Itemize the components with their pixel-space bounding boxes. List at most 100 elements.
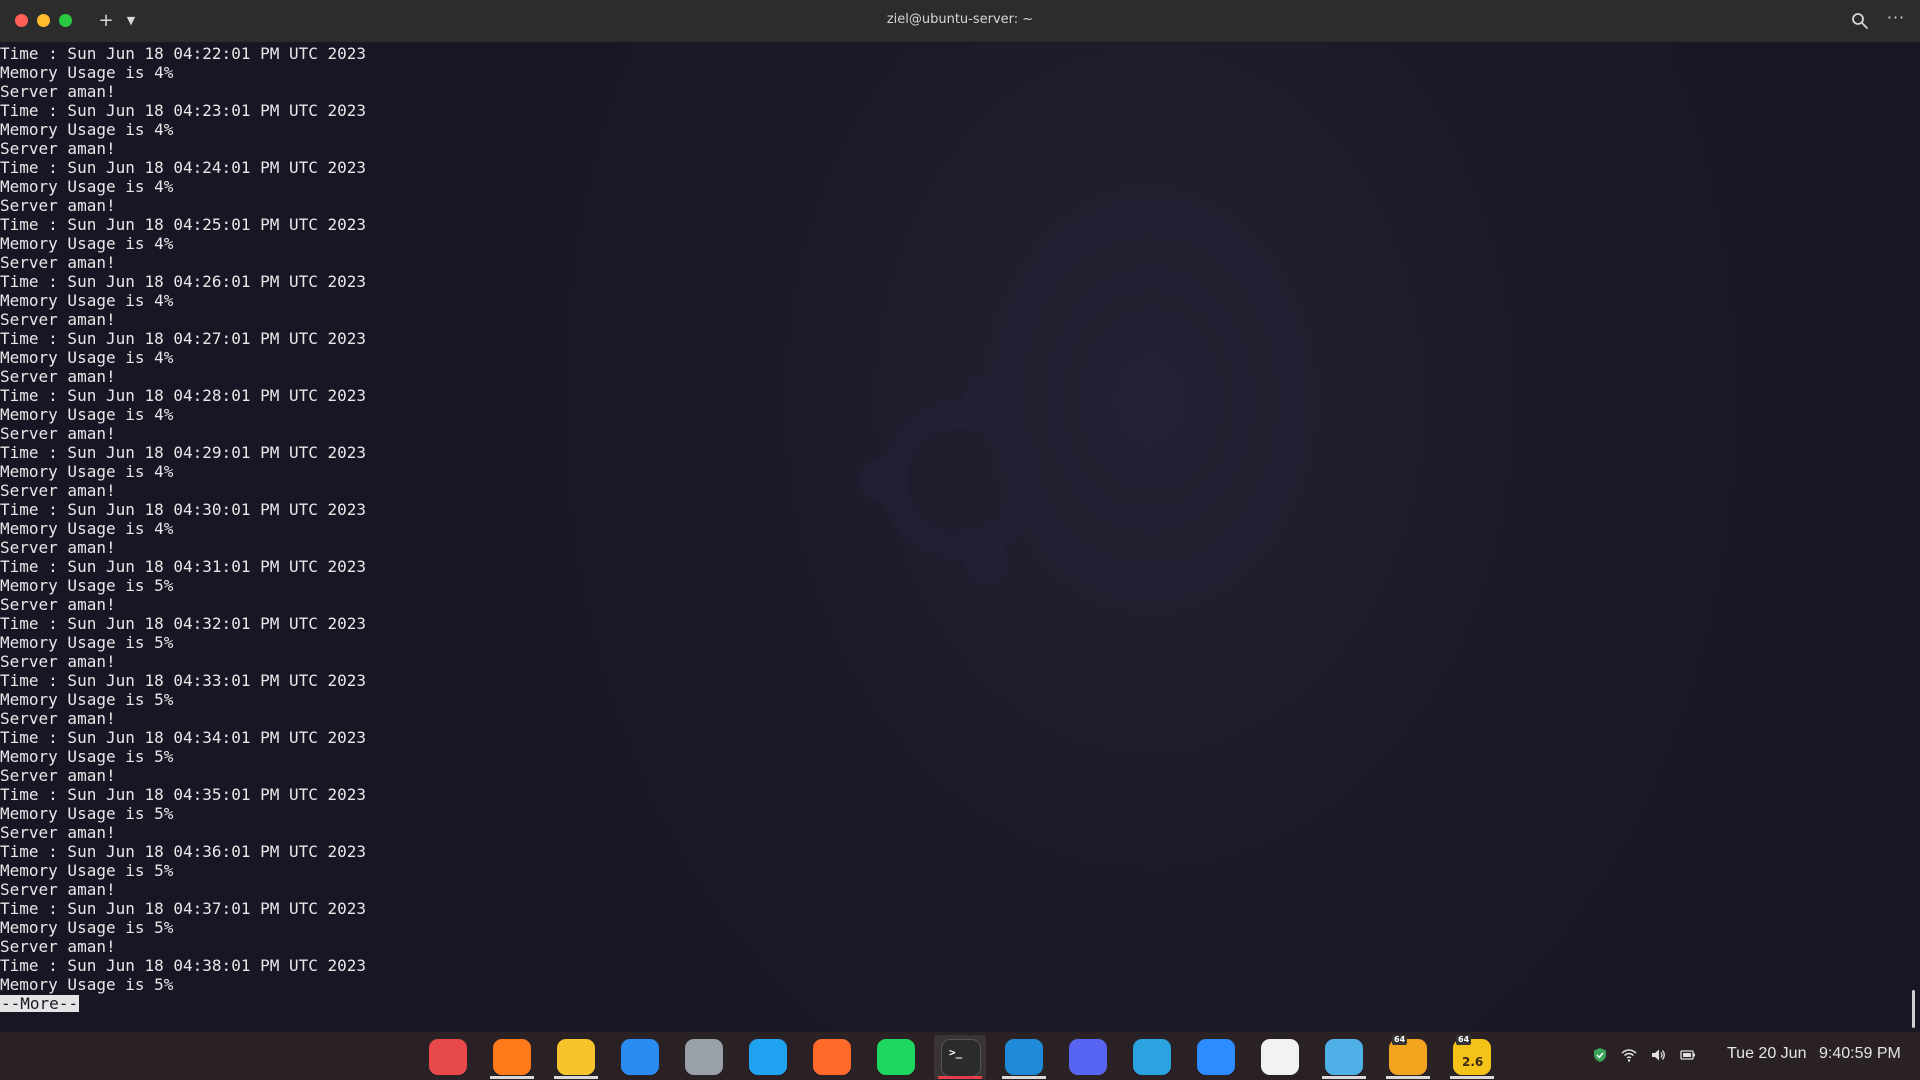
terminal-line: Time : Sun Jun 18 04:27:01 PM UTC 2023 bbox=[0, 329, 367, 348]
running-indicator bbox=[1450, 1076, 1494, 1079]
terminal-line: Memory Usage is 4% bbox=[0, 462, 174, 481]
terminal-line: Server aman! bbox=[0, 937, 116, 956]
running-indicator bbox=[490, 1076, 534, 1079]
terminal-line: Memory Usage is 4% bbox=[0, 177, 174, 196]
virtualbox-icon bbox=[1325, 1039, 1363, 1075]
terminal-line: Memory Usage is 4% bbox=[0, 291, 174, 310]
running-indicator bbox=[1386, 1076, 1430, 1079]
terminal-line: Time : Sun Jun 18 04:32:01 PM UTC 2023 bbox=[0, 614, 367, 633]
discord-icon bbox=[1069, 1039, 1107, 1075]
clock-display[interactable]: 9:40:59 PM bbox=[1819, 1045, 1901, 1063]
date-display[interactable]: Tue 20 Jun bbox=[1727, 1045, 1806, 1063]
terminal-line: Memory Usage is 5% bbox=[0, 918, 174, 937]
terminal-line: Server aman! bbox=[0, 139, 116, 158]
terminal-line: Time : Sun Jun 18 04:38:01 PM UTC 2023 bbox=[0, 956, 367, 975]
terminal-line: Time : Sun Jun 18 04:28:01 PM UTC 2023 bbox=[0, 386, 367, 405]
terminal-line: Time : Sun Jun 18 04:33:01 PM UTC 2023 bbox=[0, 671, 367, 690]
arch-badge: 64 bbox=[1456, 1035, 1472, 1045]
more-prompt[interactable]: --More-- bbox=[0, 995, 80, 1012]
dock-item-firefox[interactable] bbox=[486, 1035, 538, 1079]
dock-item-app-store[interactable] bbox=[806, 1035, 858, 1079]
terminal-line: Memory Usage is 4% bbox=[0, 405, 174, 424]
terminal-line: Server aman! bbox=[0, 538, 116, 557]
arch-badge: 64 bbox=[1392, 1035, 1408, 1045]
dock-item-settings[interactable] bbox=[678, 1035, 730, 1079]
dock-item-browser[interactable] bbox=[742, 1035, 794, 1079]
terminal-line: Time : Sun Jun 18 04:35:01 PM UTC 2023 bbox=[0, 785, 367, 804]
zoom-icon bbox=[1197, 1039, 1235, 1075]
terminal-line: Server aman! bbox=[0, 424, 116, 443]
terminal-line: Server aman! bbox=[0, 310, 116, 329]
files-icon bbox=[557, 1039, 595, 1075]
terminal-scrollbar[interactable] bbox=[1912, 990, 1915, 1028]
terminal-line: Time : Sun Jun 18 04:25:01 PM UTC 2023 bbox=[0, 215, 367, 234]
dock-item-dev-tool[interactable]: 64 bbox=[1382, 1035, 1434, 1079]
dock-item-telegram[interactable] bbox=[1126, 1035, 1178, 1079]
running-indicator bbox=[554, 1076, 598, 1079]
terminal-line: Memory Usage is 5% bbox=[0, 747, 174, 766]
dock-item-discord[interactable] bbox=[1062, 1035, 1114, 1079]
terminal-line: Time : Sun Jun 18 04:37:01 PM UTC 2023 bbox=[0, 899, 367, 918]
terminal-line: Memory Usage is 5% bbox=[0, 633, 174, 652]
terminal-line: Server aman! bbox=[0, 766, 116, 785]
terminal-line: Server aman! bbox=[0, 367, 116, 386]
dock-item-notion[interactable] bbox=[1254, 1035, 1306, 1079]
terminal-line: Memory Usage is 4% bbox=[0, 348, 174, 367]
running-indicator bbox=[938, 1076, 982, 1079]
terminal-line: Memory Usage is 5% bbox=[0, 975, 174, 994]
terminal-line: Server aman! bbox=[0, 652, 116, 671]
window-title: ziel@ubuntu-server: ~ bbox=[886, 12, 1034, 27]
terminal-line: Server aman! bbox=[0, 82, 116, 101]
telegram-icon bbox=[1133, 1039, 1171, 1075]
running-indicator bbox=[1002, 1076, 1046, 1079]
terminal-line: Server aman! bbox=[0, 253, 116, 272]
terminal-output[interactable]: Time : Sun Jun 18 04:22:01 PM UTC 2023 Me… bbox=[0, 44, 1910, 1014]
dock-item-python-ide[interactable]: 64 2.6 bbox=[1446, 1035, 1498, 1079]
battery-icon[interactable] bbox=[1680, 1047, 1696, 1063]
terminal-line: Memory Usage is 4% bbox=[0, 120, 174, 139]
terminal-line: Server aman! bbox=[0, 481, 116, 500]
terminal-line: Time : Sun Jun 18 04:24:01 PM UTC 2023 bbox=[0, 158, 367, 177]
search-icon[interactable] bbox=[1850, 11, 1870, 31]
terminal-line: Server aman! bbox=[0, 595, 116, 614]
terminal-icon: >_ bbox=[941, 1039, 981, 1077]
shield-icon[interactable] bbox=[1592, 1047, 1608, 1063]
dock-item-zoom[interactable] bbox=[1190, 1035, 1242, 1079]
terminal-line: Memory Usage is 5% bbox=[0, 861, 174, 880]
wifi-icon[interactable] bbox=[1621, 1047, 1637, 1063]
terminal-line: Time : Sun Jun 18 04:23:01 PM UTC 2023 bbox=[0, 101, 367, 120]
app-version-label: 2.6 bbox=[1462, 1055, 1484, 1069]
terminal-line: Memory Usage is 5% bbox=[0, 576, 174, 595]
notion-icon bbox=[1261, 1039, 1299, 1075]
terminal-line: Memory Usage is 4% bbox=[0, 234, 174, 253]
browser-icon bbox=[749, 1039, 787, 1075]
dock-item-spotify[interactable] bbox=[870, 1035, 922, 1079]
dock-item-terminal[interactable]: >_ bbox=[934, 1035, 986, 1079]
terminal-line: Time : Sun Jun 18 04:36:01 PM UTC 2023 bbox=[0, 842, 367, 861]
terminal-line: Memory Usage is 4% bbox=[0, 519, 174, 538]
terminal-line: Memory Usage is 5% bbox=[0, 804, 174, 823]
terminal-line: Time : Sun Jun 18 04:22:01 PM UTC 2023 bbox=[0, 44, 367, 63]
volume-icon[interactable] bbox=[1650, 1047, 1666, 1063]
vscode-icon bbox=[1005, 1039, 1043, 1075]
window-titlebar: + ▼ ziel@ubuntu-server: ~ ··· bbox=[0, 0, 1920, 43]
terminal-line: Memory Usage is 5% bbox=[0, 690, 174, 709]
terminal-line: Time : Sun Jun 18 04:31:01 PM UTC 2023 bbox=[0, 557, 367, 576]
running-indicator bbox=[1322, 1076, 1366, 1079]
dock-item-screenshot-tool[interactable] bbox=[422, 1035, 474, 1079]
terminal-line: Server aman! bbox=[0, 880, 116, 899]
more-prompt-line: --More-- bbox=[0, 994, 1910, 1013]
dock-item-vscode[interactable] bbox=[998, 1035, 1050, 1079]
settings-icon bbox=[685, 1039, 723, 1075]
dock-item-mail[interactable] bbox=[614, 1035, 666, 1079]
dock-item-files[interactable] bbox=[550, 1035, 602, 1079]
terminal-line: Server aman! bbox=[0, 196, 116, 215]
terminal-line: Time : Sun Jun 18 04:30:01 PM UTC 2023 bbox=[0, 500, 367, 519]
more-options-icon[interactable]: ··· bbox=[1884, 8, 1908, 27]
screenshot-tool-icon bbox=[429, 1039, 467, 1075]
terminal-line: Time : Sun Jun 18 04:34:01 PM UTC 2023 bbox=[0, 728, 367, 747]
app-store-icon bbox=[813, 1039, 851, 1075]
dock-item-virtualbox[interactable] bbox=[1318, 1035, 1370, 1079]
firefox-icon bbox=[493, 1039, 531, 1075]
spotify-icon bbox=[877, 1039, 915, 1075]
